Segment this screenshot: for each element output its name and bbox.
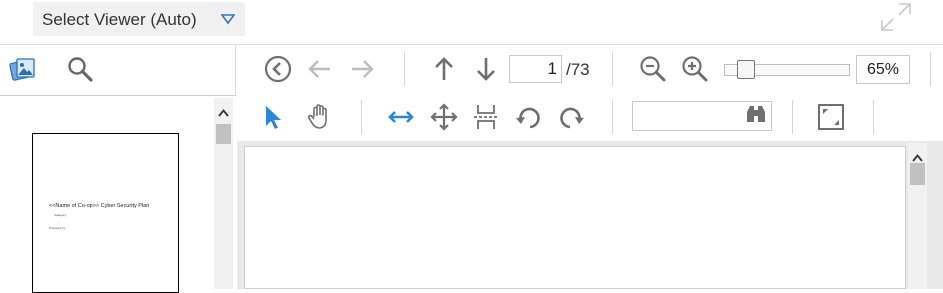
document-page[interactable] — [244, 146, 906, 289]
zoom-out-icon[interactable] — [638, 54, 668, 84]
divider — [612, 100, 613, 134]
page-break-icon[interactable] — [471, 102, 501, 132]
sidebar-toolbar — [0, 45, 236, 95]
arrow-up-icon[interactable] — [429, 54, 459, 84]
scrollbar-thumb[interactable] — [910, 163, 925, 185]
document-scrollbar[interactable] — [908, 143, 927, 289]
zoom-slider-handle[interactable] — [736, 60, 755, 79]
select-pointer-icon[interactable] — [259, 102, 289, 132]
viewer-select-label: Select Viewer (Auto) — [42, 10, 197, 29]
fit-page-icon[interactable] — [816, 102, 846, 132]
fullscreen-expand-icon[interactable] — [880, 2, 912, 32]
move-arrows-icon[interactable] — [429, 102, 459, 132]
page-thumbnail[interactable]: <<Name of Co-op>> Cyber Security Plan Ca… — [32, 133, 179, 293]
sidebar-scrollbar[interactable] — [214, 98, 233, 289]
thumbnail-title: <<Name of Co-op>> Cyber Security Plan — [49, 203, 150, 209]
scroll-up-icon[interactable] — [218, 104, 229, 122]
binoculars-icon[interactable] — [744, 104, 768, 131]
thumbnail-line: Prepared by — [49, 226, 66, 230]
divider — [404, 52, 405, 86]
search-icon[interactable] — [66, 55, 94, 88]
arrow-down-icon[interactable] — [471, 54, 501, 84]
page-number-input[interactable]: 1 — [509, 55, 562, 83]
thumbnail-line: Category — [54, 213, 67, 217]
zoom-level-input[interactable]: 65% — [856, 55, 910, 84]
back-circle-icon[interactable] — [263, 54, 293, 84]
arrow-left-icon[interactable] — [305, 54, 335, 84]
scrollbar-thumb[interactable] — [216, 124, 231, 144]
fit-width-icon[interactable] — [386, 102, 416, 132]
pan-hand-icon[interactable] — [305, 102, 335, 132]
rotate-left-icon[interactable] — [514, 102, 544, 132]
thumbnails-icon[interactable] — [8, 56, 38, 89]
zoom-in-icon[interactable] — [680, 54, 710, 84]
divider — [930, 52, 931, 86]
divider — [873, 100, 874, 134]
rotate-right-icon[interactable] — [556, 102, 586, 132]
divider — [361, 100, 362, 134]
arrow-right-icon[interactable] — [347, 54, 377, 84]
viewer-select-dropdown[interactable]: Select Viewer (Auto) — [33, 2, 245, 36]
page-total: /73 — [566, 60, 590, 79]
divider — [792, 100, 793, 134]
chevron-down-icon — [220, 12, 236, 30]
divider — [612, 52, 613, 86]
